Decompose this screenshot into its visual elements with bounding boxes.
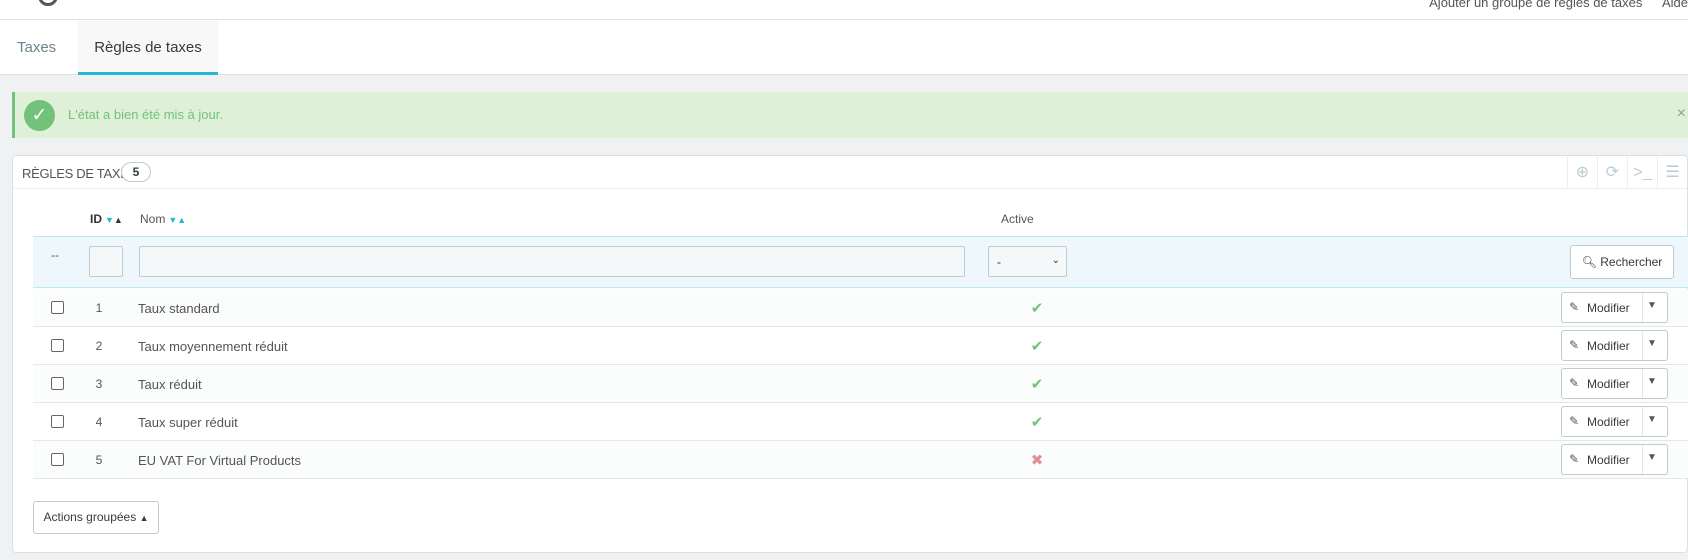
chevron-down-icon: ⌄ xyxy=(1051,255,1060,266)
filter-active-select[interactable]: - ⌄ xyxy=(988,246,1067,277)
sort-desc-icon[interactable]: ▼ xyxy=(105,215,114,225)
table-body: 1 Taux standard ✔ ✎ Modifier ▼ 2 Taux mo… xyxy=(33,289,1688,479)
pencil-icon: ✎ xyxy=(1569,376,1580,390)
divider xyxy=(1642,445,1643,474)
check-icon[interactable]: ✔ xyxy=(1027,299,1047,317)
toolbar-links: Ajouter un groupe de règles de taxes Aid… xyxy=(1413,0,1688,10)
search-button-label: Rechercher xyxy=(1600,255,1663,269)
row-id: 4 xyxy=(95,415,103,429)
bulk-actions-label: Actions groupées xyxy=(43,510,137,524)
check-icon[interactable]: ✔ xyxy=(1027,337,1047,355)
tab-taxes[interactable]: Taxes xyxy=(17,20,56,75)
help-link[interactable]: Aide xyxy=(1662,0,1688,10)
caret-down-icon[interactable]: ▼ xyxy=(1647,338,1657,349)
success-alert: ✓ L'état a bien été mis à jour. × xyxy=(12,92,1688,138)
table-row: 2 Taux moyennement réduit ✔ ✎ Modifier ▼ xyxy=(33,327,1688,365)
filter-name-input[interactable] xyxy=(139,246,965,277)
row-checkbox[interactable] xyxy=(51,453,64,466)
divider xyxy=(1642,331,1643,360)
tab-bar: Taxes Règles de taxes xyxy=(0,20,1688,75)
pencil-icon: ✎ xyxy=(1569,338,1580,352)
edit-label: Modifier xyxy=(1587,301,1630,315)
search-icon: 🔍︎ xyxy=(1581,255,1597,269)
top-header: Ajouter un groupe de règles de taxes Aid… xyxy=(0,0,1688,20)
row-checkbox[interactable] xyxy=(51,301,64,314)
sort-asc-icon[interactable]: ▲ xyxy=(177,215,186,225)
count-badge: 5 xyxy=(121,162,151,182)
row-checkbox[interactable] xyxy=(51,415,64,428)
table-row: 5 EU VAT For Virtual Products ✖ ✎ Modifi… xyxy=(33,441,1688,479)
database-export-icon[interactable]: ☰ xyxy=(1657,156,1687,189)
column-header-active: Active xyxy=(1001,212,1034,226)
column-header-id[interactable]: ID ▼▲ xyxy=(90,212,123,226)
table-row: 4 Taux super réduit ✔ ✎ Modifier ▼ xyxy=(33,403,1688,441)
filter-active-value: - xyxy=(997,255,1001,269)
row-checkbox[interactable] xyxy=(51,377,64,390)
row-name: EU VAT For Virtual Products xyxy=(138,453,302,468)
panel-toolbar: ⊕ ⟳ >_ ☰ xyxy=(1567,156,1687,189)
row-name: Taux moyennement réduit xyxy=(138,339,288,354)
add-new-icon[interactable]: ⊕ xyxy=(1567,156,1597,189)
cross-icon[interactable]: ✖ xyxy=(1027,451,1047,469)
check-icon[interactable]: ✔ xyxy=(1027,413,1047,431)
panel-title: Règles de taxes xyxy=(22,166,137,181)
row-id: 5 xyxy=(95,453,103,467)
divider xyxy=(1642,407,1643,436)
edit-button[interactable]: ✎ Modifier ▼ xyxy=(1561,330,1668,361)
caret-down-icon[interactable]: ▼ xyxy=(1647,376,1657,387)
column-header-name[interactable]: Nom ▼▲ xyxy=(140,212,186,226)
divider xyxy=(1642,293,1643,322)
alert-message: L'état a bien été mis à jour. xyxy=(68,107,223,122)
pencil-icon: ✎ xyxy=(1569,414,1580,428)
column-name-label: Nom xyxy=(140,212,166,226)
column-id-label: ID xyxy=(90,212,102,226)
edit-label: Modifier xyxy=(1587,339,1630,353)
row-checkbox[interactable] xyxy=(51,339,64,352)
row-name: Taux super réduit xyxy=(138,415,238,430)
caret-down-icon[interactable]: ▼ xyxy=(1647,452,1657,463)
bulk-actions-button[interactable]: Actions groupées ▲ xyxy=(33,501,159,534)
divider xyxy=(1642,369,1643,398)
caret-down-icon[interactable]: ▼ xyxy=(1647,414,1657,425)
caret-up-icon: ▲ xyxy=(139,513,149,523)
refresh-icon[interactable]: ⟳ xyxy=(1597,156,1627,189)
edit-button[interactable]: ✎ Modifier ▼ xyxy=(1561,368,1668,399)
row-name: Taux standard xyxy=(138,301,220,316)
row-id: 2 xyxy=(95,339,103,353)
row-name: Taux réduit xyxy=(138,377,202,392)
caret-down-icon[interactable]: ▼ xyxy=(1647,300,1657,311)
edit-label: Modifier xyxy=(1587,415,1630,429)
edit-button[interactable]: ✎ Modifier ▼ xyxy=(1561,292,1668,323)
table-row: 1 Taux standard ✔ ✎ Modifier ▼ xyxy=(33,289,1688,327)
tax-rules-panel: Règles de taxes 5 ⊕ ⟳ >_ ☰ ID ▼▲ Nom ▼▲ Activ… xyxy=(12,155,1688,553)
filter-id-input[interactable] xyxy=(89,246,123,277)
tab-tax-rules[interactable]: Règles de taxes xyxy=(78,20,218,75)
row-id: 1 xyxy=(95,301,103,315)
sort-desc-icon[interactable]: ▼ xyxy=(168,215,177,225)
edit-button[interactable]: ✎ Modifier ▼ xyxy=(1561,444,1668,475)
close-icon[interactable]: × xyxy=(1677,105,1686,123)
search-button[interactable]: 🔍︎ Rechercher xyxy=(1570,245,1674,279)
filter-row: -- - ⌄ 🔍︎ Rechercher xyxy=(33,236,1688,288)
panel-header: Règles de taxes 5 ⊕ ⟳ >_ ☰ xyxy=(13,156,1687,189)
filter-dash: -- xyxy=(51,248,59,262)
sort-asc-icon[interactable]: ▲ xyxy=(114,215,123,225)
pencil-icon: ✎ xyxy=(1569,300,1580,314)
sql-terminal-icon[interactable]: >_ xyxy=(1627,156,1657,189)
edit-button[interactable]: ✎ Modifier ▼ xyxy=(1561,406,1668,437)
row-id: 3 xyxy=(95,377,103,391)
logo-icon xyxy=(38,0,58,6)
add-tax-rules-group-link[interactable]: Ajouter un groupe de règles de taxes xyxy=(1429,0,1642,10)
edit-label: Modifier xyxy=(1587,377,1630,391)
table-row: 3 Taux réduit ✔ ✎ Modifier ▼ xyxy=(33,365,1688,403)
edit-label: Modifier xyxy=(1587,453,1630,467)
check-icon[interactable]: ✔ xyxy=(1027,375,1047,393)
pencil-icon: ✎ xyxy=(1569,452,1580,466)
check-circle-icon: ✓ xyxy=(24,100,55,131)
